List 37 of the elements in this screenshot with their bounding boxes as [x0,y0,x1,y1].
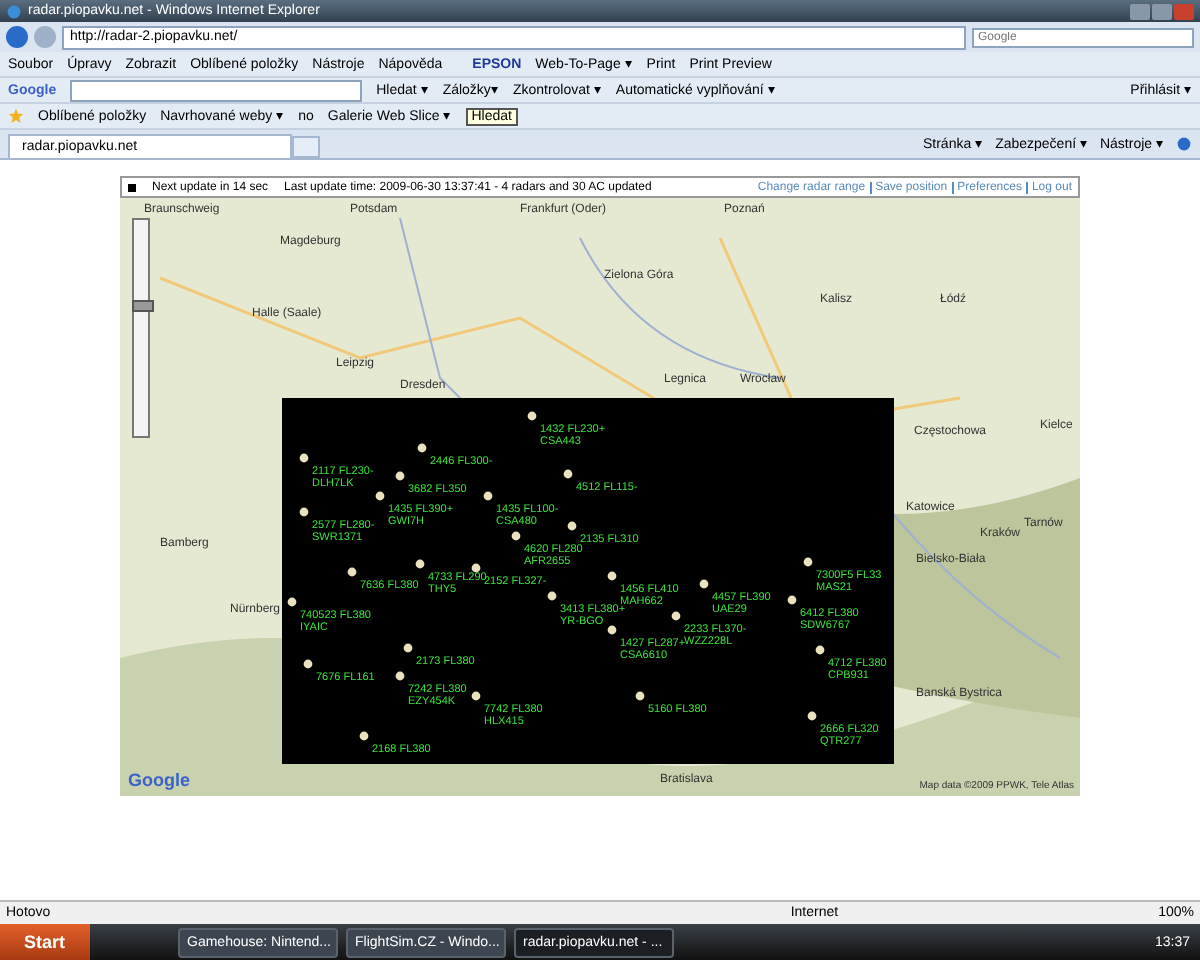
start-button[interactable]: Start [0,924,90,960]
aircraft-icon[interactable] [346,566,358,578]
aircraft-icon[interactable] [814,644,826,656]
aircraft-icon[interactable] [802,556,814,568]
aircraft-icon[interactable] [634,690,646,702]
google-search-field[interactable] [70,79,363,101]
aircraft-icon[interactable] [482,490,494,502]
star-icon [8,108,24,124]
zoom-slider-thumb[interactable] [132,300,154,313]
aircraft-icon[interactable] [566,520,578,532]
browser-icon [6,3,22,19]
back-button[interactable] [6,26,28,48]
aircraft-icon[interactable] [546,590,558,602]
zoom-slider-track[interactable] [132,218,150,438]
aircraft-icon[interactable] [510,530,522,542]
square-icon [128,183,136,191]
aircraft-icon[interactable] [606,624,618,636]
aircraft-icon[interactable] [562,468,574,480]
aircraft-icon[interactable] [470,690,482,702]
aircraft-icon[interactable] [298,506,310,518]
aircraft-icon[interactable] [806,710,818,722]
aircraft-icon[interactable] [402,642,414,654]
aircraft-icon[interactable] [302,658,314,670]
aircraft-icon[interactable] [298,452,310,464]
aircraft-icon[interactable] [414,558,426,570]
aircraft-icon[interactable] [606,570,618,582]
aircraft-icon[interactable] [526,410,538,422]
google-logo: Google [128,770,190,790]
aircraft-icon[interactable] [416,442,428,454]
aircraft-icon[interactable] [286,596,298,608]
help-icon [1176,136,1192,152]
aircraft-icon[interactable] [358,730,370,742]
aircraft-icon[interactable] [786,594,798,606]
aircraft-icon[interactable] [470,562,482,574]
aircraft-icon[interactable] [394,670,406,682]
aircraft-icon[interactable] [698,578,710,590]
aircraft-icon[interactable] [670,610,682,622]
